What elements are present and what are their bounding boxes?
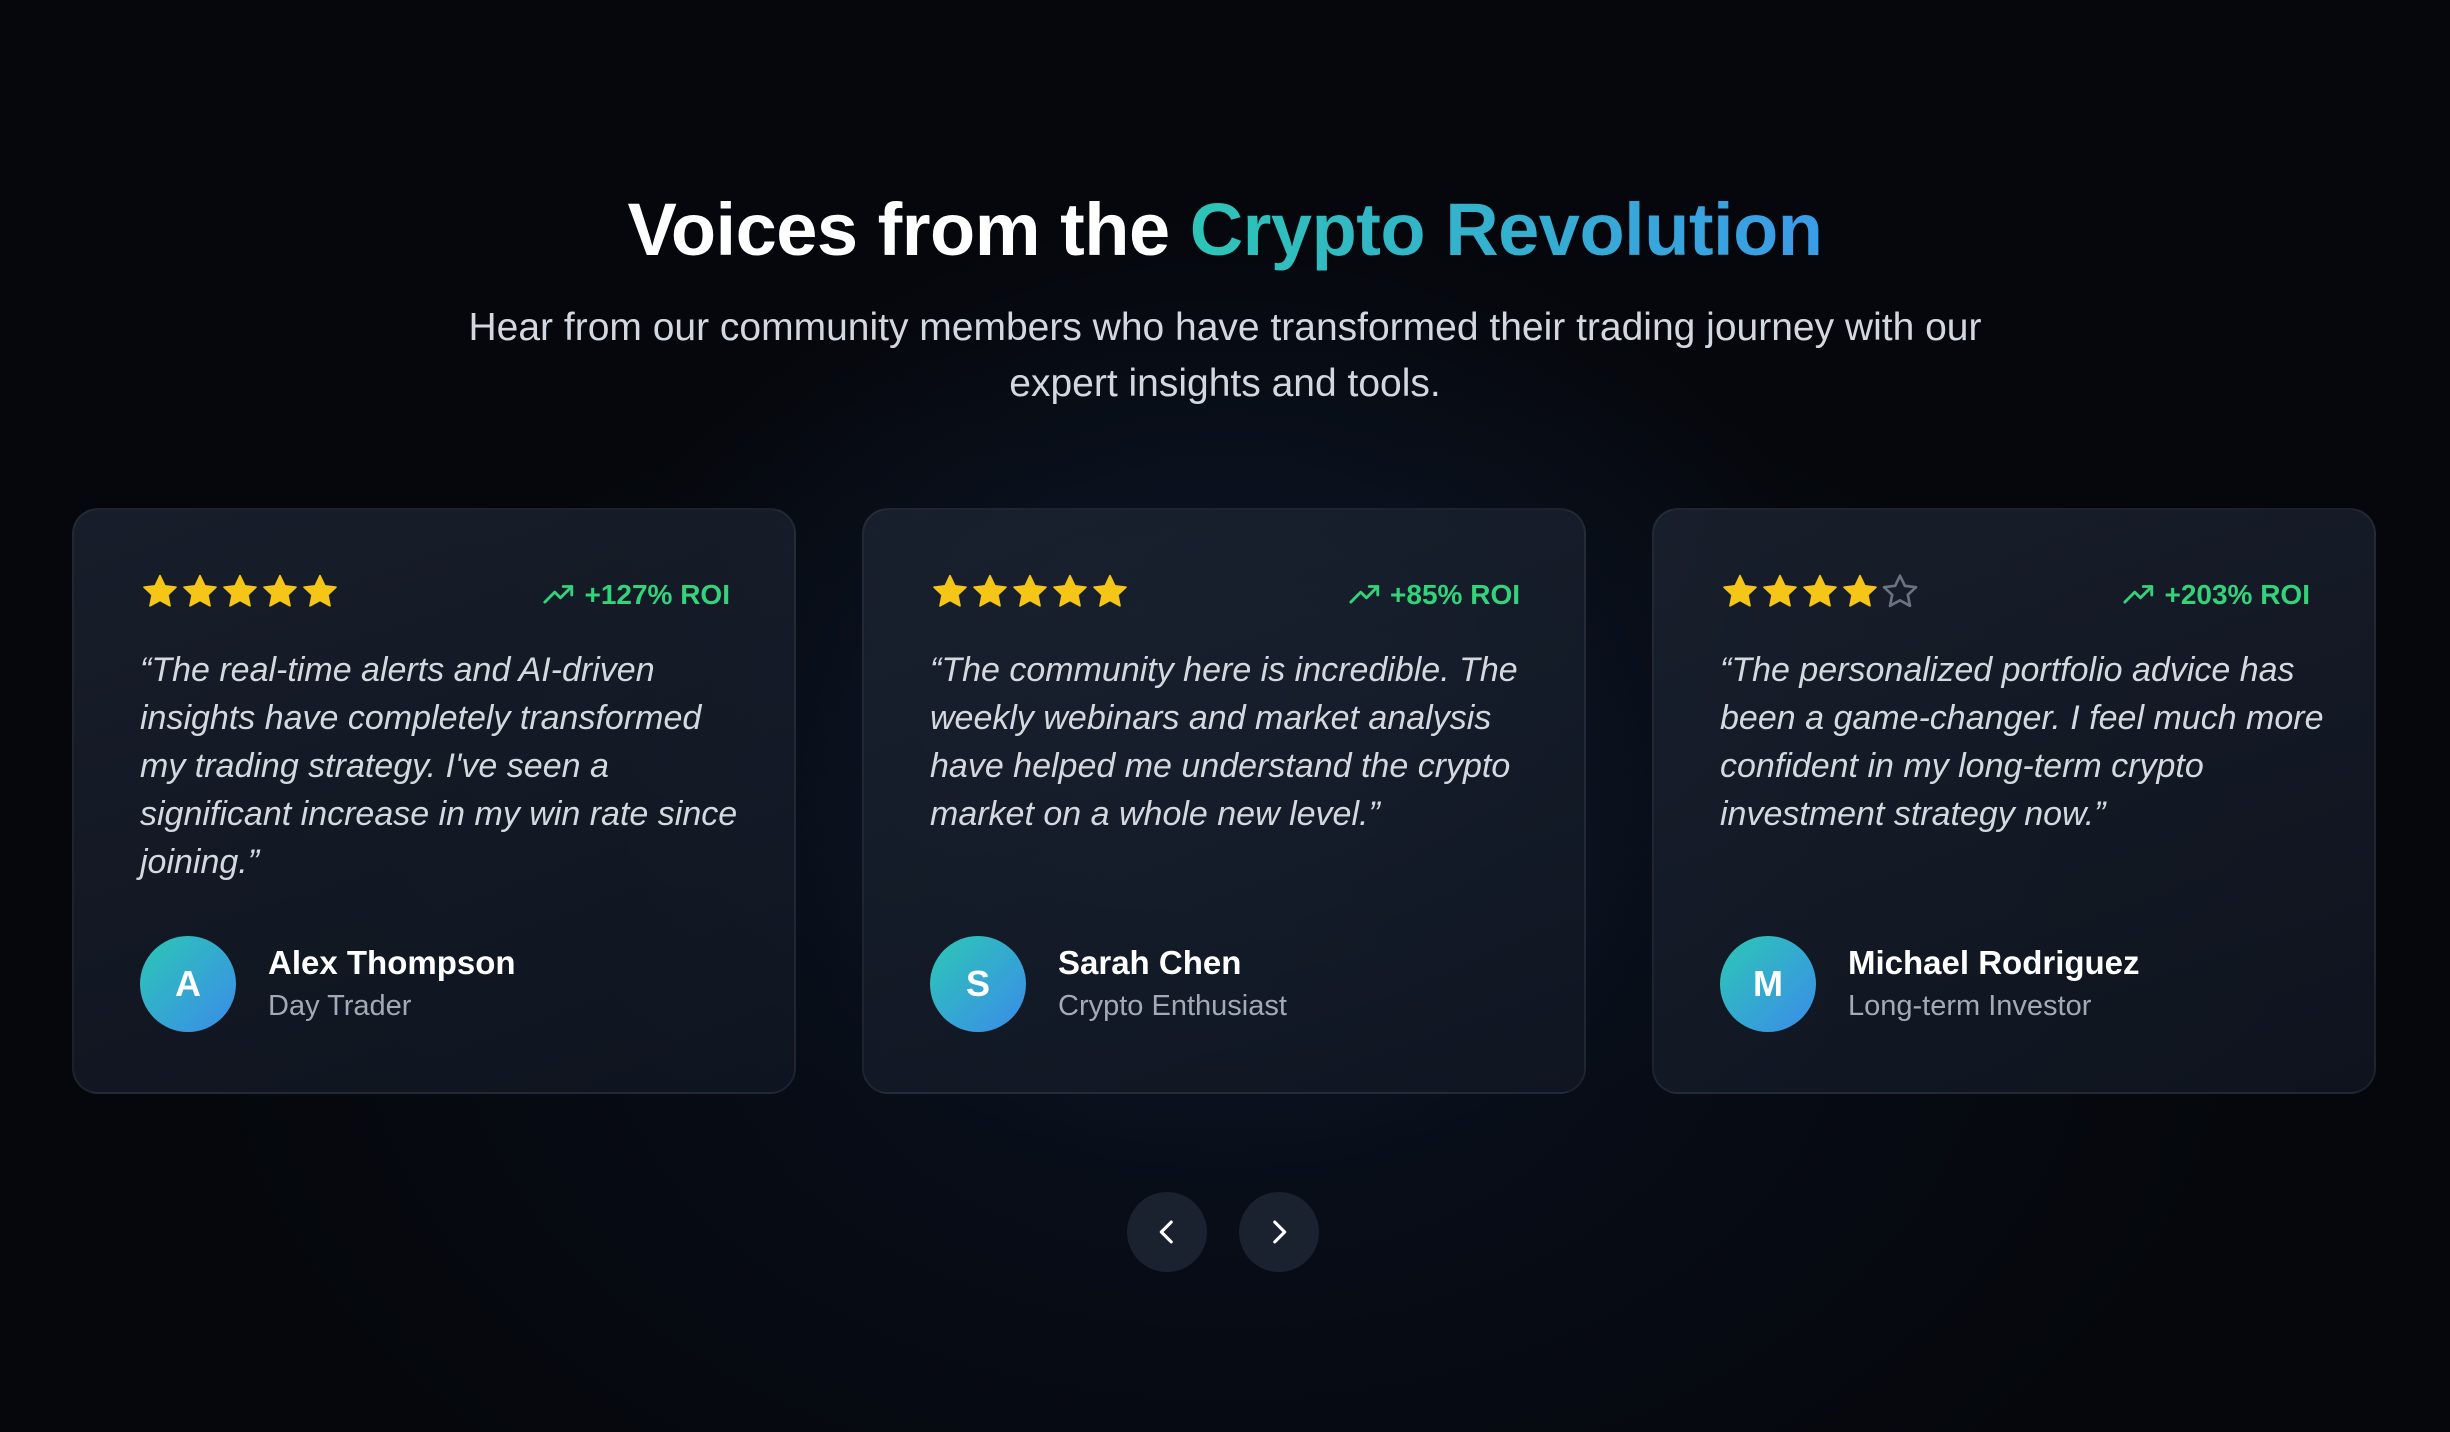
- star-icon: [1053, 574, 1087, 607]
- avatar: M: [1720, 936, 1816, 1032]
- author-info: M Michael Rodriguez Long-term Investor: [1720, 936, 2140, 1032]
- roi-value: +127% ROI: [584, 579, 730, 610]
- star-icon: [143, 574, 177, 607]
- testimonial-quote: “The real-time alerts and AI-driven insi…: [140, 651, 738, 881]
- title-plain: Voices from the: [627, 188, 1190, 271]
- author-info: S Sarah Chen Crypto Enthusiast: [930, 936, 1287, 1032]
- next-button[interactable]: [1239, 1192, 1319, 1272]
- star-rating: [930, 572, 1130, 616]
- trending-up-icon: [2123, 585, 2154, 604]
- star-icon: [933, 574, 967, 607]
- author-text: Alex Thompson Day Trader: [268, 942, 516, 1026]
- previous-button[interactable]: [1127, 1192, 1207, 1272]
- title-accent: Crypto Revolution: [1189, 188, 1823, 271]
- testimonial-quote: “The community here is incredible. The w…: [930, 651, 1518, 833]
- star-icon: [263, 574, 297, 607]
- star-rating: [1720, 572, 1920, 616]
- roi-badge: +127% ROI: [542, 578, 730, 612]
- author-text: Sarah Chen Crypto Enthusiast: [1058, 942, 1287, 1026]
- star-icon: [1763, 574, 1797, 607]
- chevron-right-icon: [1273, 1220, 1287, 1244]
- star-icon: [1843, 574, 1877, 607]
- author-role: Day Trader: [268, 990, 412, 1022]
- roi-badge: +203% ROI: [2122, 578, 2310, 612]
- star-icon: [303, 574, 337, 607]
- trending-up-icon: [1349, 585, 1380, 604]
- author-role: Crypto Enthusiast: [1058, 990, 1287, 1022]
- testimonial-card: +203% ROI “The personalized portfolio ad…: [1652, 508, 2376, 1094]
- avatar: A: [140, 936, 236, 1032]
- testimonials-section: Voices from the Crypto Revolution Hear f…: [0, 0, 2450, 1432]
- author-name: Sarah Chen: [1058, 944, 1242, 981]
- author-role: Long-term Investor: [1848, 990, 2092, 1022]
- trending-up-icon: [543, 585, 574, 604]
- testimonial-card: +85% ROI “The community here is incredib…: [862, 508, 1586, 1094]
- star-icon: [1093, 574, 1127, 607]
- star-rating: [140, 572, 340, 616]
- testimonial-quote: “The personalized portfolio advice has b…: [1720, 651, 2324, 833]
- star-icon: [1013, 574, 1047, 607]
- testimonial-carousel: +127% ROI “The real-time alerts and AI-d…: [72, 508, 2378, 1096]
- roi-value: +85% ROI: [1390, 579, 1520, 610]
- author-text: Michael Rodriguez Long-term Investor: [1848, 942, 2140, 1026]
- roi-value: +203% ROI: [2164, 579, 2310, 610]
- star-icon: [183, 574, 217, 607]
- author-name: Alex Thompson: [268, 944, 516, 981]
- carousel-nav: [1127, 1192, 1319, 1272]
- star-icon: [1803, 574, 1837, 607]
- chevron-left-icon: [1159, 1220, 1173, 1244]
- section-subtitle: Hear from our community members who have…: [468, 306, 1982, 405]
- star-icon: [223, 574, 257, 607]
- avatar: S: [930, 936, 1026, 1032]
- star-icon: [1723, 574, 1757, 607]
- roi-badge: +85% ROI: [1348, 578, 1520, 612]
- author-info: A Alex Thompson Day Trader: [140, 936, 516, 1032]
- section-title: Voices from the Crypto Revolution: [0, 182, 2450, 278]
- star-outline-icon: [1882, 574, 1918, 608]
- author-name: Michael Rodriguez: [1848, 944, 2140, 981]
- star-icon: [973, 574, 1007, 607]
- testimonial-card: +127% ROI “The real-time alerts and AI-d…: [72, 508, 796, 1094]
